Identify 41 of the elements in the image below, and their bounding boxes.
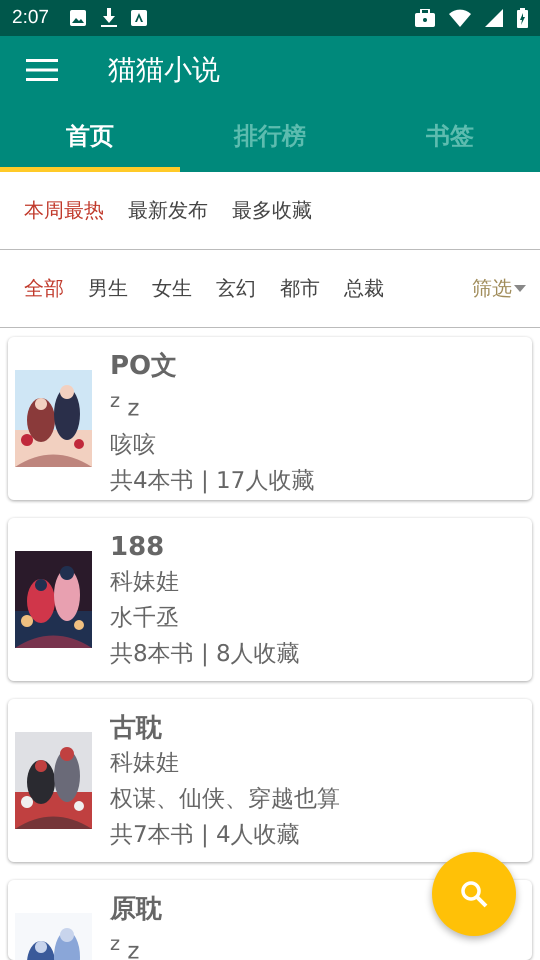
booklist-title: 原耽 xyxy=(110,893,162,926)
booklist-description: 权谋、仙侠、穿越也算 xyxy=(110,785,340,814)
category-option[interactable]: 女生 xyxy=(152,275,192,302)
category-option[interactable]: 全部 xyxy=(24,275,64,302)
booklist-title: PO文 xyxy=(110,350,178,383)
app-title: 猫猫小说 xyxy=(108,52,220,88)
signal-icon xyxy=(485,9,503,27)
booklist-stats: 共8本书 | 8人收藏 xyxy=(110,640,300,669)
booklist-author: 科妹娃 xyxy=(110,568,180,597)
booklist-stats: 共4本书 | 17人收藏 xyxy=(110,466,314,496)
category-option[interactable]: 总裁 xyxy=(344,275,384,302)
download-icon xyxy=(100,8,117,28)
booklist-description: 咳咳 xyxy=(110,430,157,460)
category-option[interactable]: 玄幻 xyxy=(216,275,256,302)
search-icon xyxy=(459,879,489,909)
wifi-icon xyxy=(449,9,471,27)
booklist-author: $^{z}$ z xyxy=(110,931,140,960)
menu-icon[interactable] xyxy=(26,58,58,82)
booklist-title: 古耽 xyxy=(110,712,163,745)
status-time: 2:07 xyxy=(12,7,49,29)
category-option[interactable]: 都市 xyxy=(280,275,320,302)
sort-option[interactable]: 本周最热 xyxy=(24,197,104,224)
booklist-card[interactable]: 古耽 科妹娃 权谋、仙侠、穿越也算 共7本书 | 4人收藏 xyxy=(8,699,532,862)
booklist-author: $^{z}$ z xyxy=(110,388,140,424)
booklist-description: 水千丞 xyxy=(110,604,180,633)
booklist-card[interactable]: 原耽 $^{z}$ z xyxy=(8,880,532,960)
briefcase-icon xyxy=(415,9,435,27)
font-icon xyxy=(130,10,147,26)
booklist-author: 科妹娃 xyxy=(110,749,180,778)
image-icon xyxy=(68,9,87,27)
caret-icon xyxy=(514,284,526,292)
booklist-stats: 共7本书 | 4人收藏 xyxy=(110,821,301,850)
booklist-title: 188 xyxy=(110,531,166,564)
filter-button[interactable]: 筛选 xyxy=(472,275,526,302)
booklist-card[interactable]: PO文 $^{z}$ z 咳咳 共4本书 | 17人收藏 xyxy=(8,337,532,500)
tab[interactable]: 首页 xyxy=(0,104,180,172)
category-option[interactable]: 男生 xyxy=(88,275,128,302)
booklist-card[interactable]: 188 科妹娃 水千丞 共8本书 | 8人收藏 xyxy=(8,518,532,681)
battery-icon xyxy=(517,8,528,28)
sort-option[interactable]: 最多收藏 xyxy=(232,197,312,224)
sort-option[interactable]: 最新发布 xyxy=(128,197,208,224)
